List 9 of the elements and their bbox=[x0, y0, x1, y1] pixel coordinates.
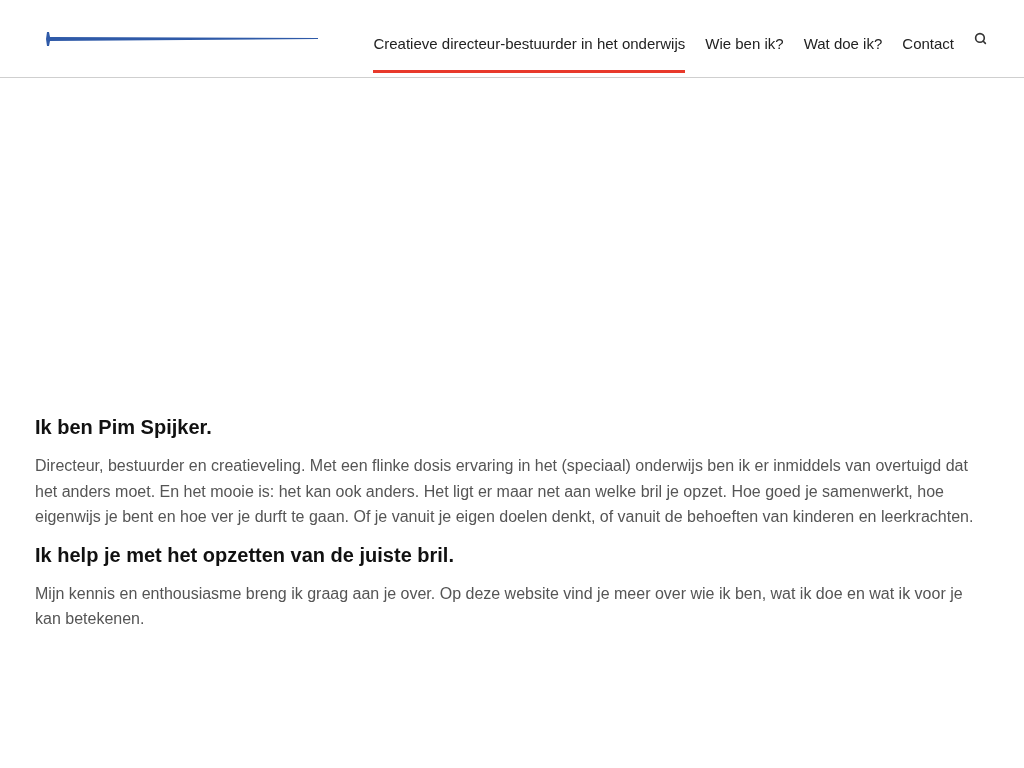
nav-link[interactable]: Wie ben ik? bbox=[705, 12, 784, 73]
search-icon[interactable] bbox=[974, 32, 987, 45]
section-heading: Ik help je met het opzetten van de juiste bril. bbox=[35, 543, 455, 567]
section-paragraph: Directeur, bestuurder en creatieveling. Met een flinke dosis ervaring in het (speciaal) onderwijs ben ik er inmiddels van overtuigd dat het anders moet. En het mooie is: het kan ook anders. Het ligt er maar net aan welke bril je opzet. Hoe goed je samenwerkt, hoe eigenwijs je bent en hoe ver je durft te gaan. Of je vanuit je eigen doelen denkt, of vanuit de behoeften van kinderen en leerkrachten. bbox=[35, 456, 975, 527]
nav-link[interactable]: Wat doe ik? bbox=[803, 12, 883, 73]
section-paragraph: Mijn kennis en enthousiasme breng ik graag aan je over. Op deze website vind je meer over wie ik ben, wat ik doe en wat ik voor je kan betekenen. bbox=[35, 583, 964, 629]
nav-link[interactable]: Creatieve directeur-bestuurder in het onderwijs bbox=[373, 12, 686, 73]
section-heading: Ik ben Pim Spijker. bbox=[35, 416, 213, 439]
nav-link[interactable]: Contact bbox=[902, 12, 954, 73]
